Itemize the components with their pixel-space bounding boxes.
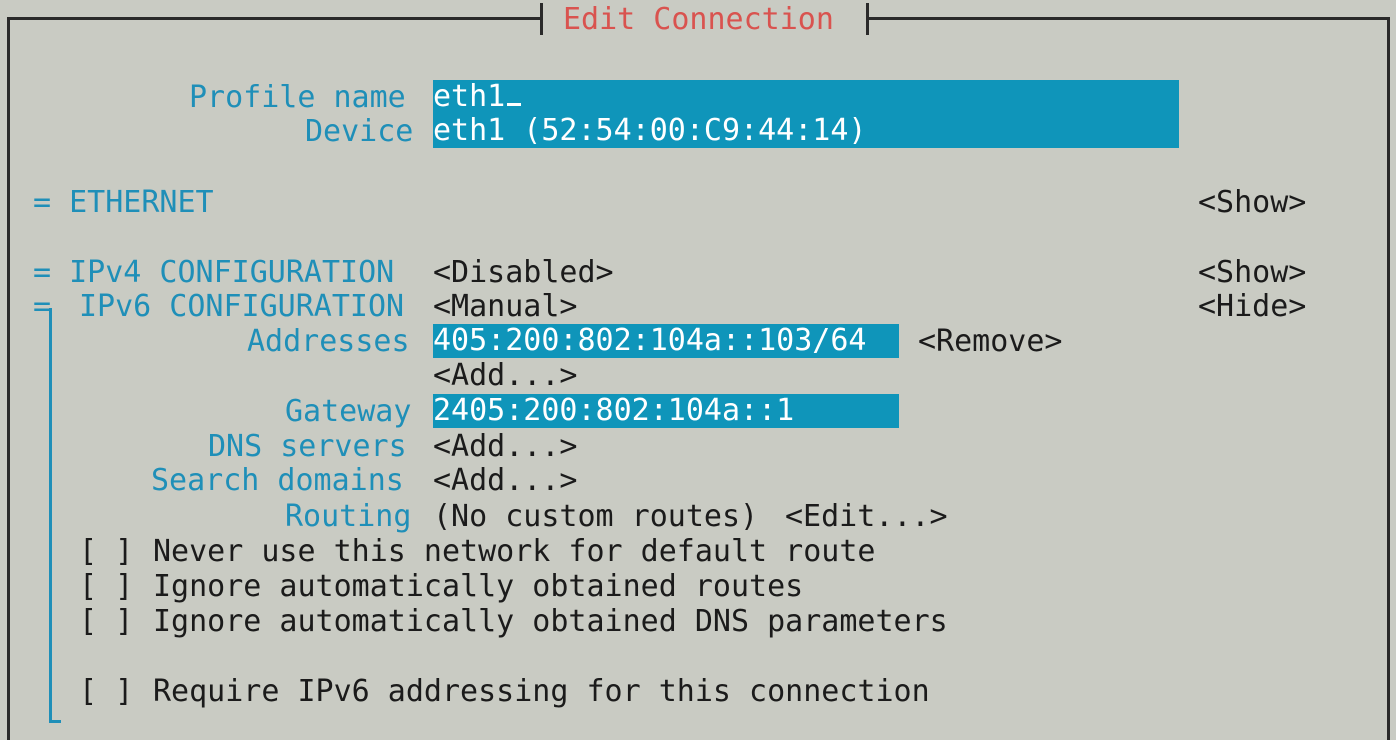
ipv4-header: = IPv4 CONFIGURATION (33, 255, 395, 290)
ignore-dns-checkbox[interactable]: [ ] (79, 604, 133, 640)
addresses-label: Addresses (247, 324, 410, 359)
add-search-domain-button[interactable]: <Add...> (433, 463, 578, 499)
dns-servers-label: DNS servers (208, 429, 407, 464)
ethernet-show-button[interactable]: <Show> (1198, 185, 1306, 221)
gateway-label: Gateway (285, 394, 412, 429)
never-default-checkbox[interactable]: [ ] (79, 534, 133, 570)
add-address-button[interactable]: <Add...> (433, 358, 578, 394)
frame-top-right (866, 17, 1390, 20)
frame-top-left (7, 17, 543, 20)
ipv6-section-bracket (49, 308, 52, 723)
profile-name-label: Profile name (189, 80, 406, 115)
remove-address-button[interactable]: <Remove> (918, 324, 1063, 360)
frame-left (7, 18, 10, 740)
ipv6-mode-button[interactable]: <Manual> (433, 289, 578, 325)
edit-routes-button[interactable]: <Edit...> (785, 499, 948, 535)
profile-name-input[interactable]: eth1 (433, 80, 1179, 114)
ipv4-show-button[interactable]: <Show> (1198, 255, 1306, 291)
ethernet-header: = ETHERNET (33, 185, 214, 220)
ignore-dns-label: Ignore automatically obtained DNS parame… (153, 604, 948, 639)
require-ipv6-label: Require IPv6 addressing for this connect… (153, 674, 930, 709)
address-input[interactable]: 405:200:802:104a::103/64 (433, 324, 899, 358)
title-right-tick (866, 3, 869, 35)
ipv6-section-bracket-end (49, 720, 61, 723)
profile-name-value: eth1 (433, 79, 506, 114)
gateway-input[interactable]: 2405:200:802:104a::1 (433, 394, 899, 428)
frame-right (1387, 18, 1390, 740)
search-domains-label: Search domains (151, 463, 404, 498)
device-label: Device (305, 114, 414, 149)
never-default-label: Never use this network for default route (153, 534, 876, 569)
ipv6-header: IPv6 CONFIGURATION (79, 289, 405, 324)
ignore-routes-label: Ignore automatically obtained routes (153, 569, 804, 604)
text-cursor (507, 103, 522, 106)
ipv4-mode-button[interactable]: <Disabled> (433, 255, 614, 291)
title-left-tick (540, 3, 543, 35)
ipv6-hide-button[interactable]: <Hide> (1198, 289, 1306, 325)
device-input[interactable]: eth1 (52:54:00:C9:44:14) (433, 114, 1179, 148)
ignore-routes-checkbox[interactable]: [ ] (79, 569, 133, 605)
routing-value: (No custom routes) (433, 499, 759, 534)
require-ipv6-checkbox[interactable]: [ ] (79, 674, 133, 710)
add-dns-button[interactable]: <Add...> (433, 429, 578, 465)
dialog-title: Edit Connection (563, 2, 834, 37)
routing-label: Routing (285, 499, 412, 534)
